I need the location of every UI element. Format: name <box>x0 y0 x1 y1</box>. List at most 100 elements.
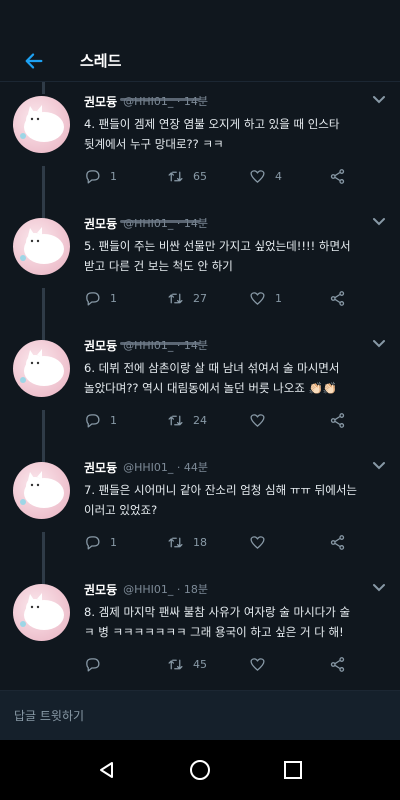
like-button[interactable]: 4 <box>249 168 282 185</box>
chevron-down-icon[interactable] <box>372 217 386 227</box>
nav-back-button[interactable] <box>95 758 119 782</box>
author-name[interactable]: 권모듕 <box>84 93 117 110</box>
tweet-actions: 1 18 <box>84 534 354 552</box>
tweet-text: 6. 데뷔 전에 삼촌이랑 살 때 남녀 섞여서 술 마시면서 놀았다며?? 역… <box>84 358 384 398</box>
redaction-mark <box>120 98 200 101</box>
author-handle[interactable]: @HHI01_ · 18분 <box>123 581 208 597</box>
like-button[interactable] <box>249 656 275 673</box>
chevron-down-icon[interactable] <box>372 461 386 471</box>
share-icon <box>330 413 345 428</box>
retweet-count: 27 <box>193 292 207 305</box>
heart-icon <box>250 414 265 427</box>
heart-icon <box>250 658 265 671</box>
tweet[interactable]: 권모듕 @HHI01_ · 44분 7. 팬들은 시어머니 같아 잔소리 엄청 … <box>0 458 400 580</box>
back-button[interactable] <box>18 45 50 77</box>
reply-button[interactable]: 1 <box>84 534 117 551</box>
author-name[interactable]: 권모듕 <box>84 581 117 598</box>
reply-button[interactable]: 1 <box>84 412 117 429</box>
reply-button[interactable]: 1 <box>84 290 117 307</box>
heart-icon <box>250 536 265 549</box>
app-header: 스레드 <box>0 40 400 82</box>
circle-home-icon <box>189 760 210 780</box>
author-handle[interactable]: @HHI01_ · 14분 <box>123 93 208 109</box>
tweet-header: 권모듕 @HHI01_ · 14분 <box>84 92 208 110</box>
tweet-text-line: 이러고 있었죠? <box>84 503 158 517</box>
author-name[interactable]: 권모듕 <box>84 337 117 354</box>
retweet-count: 65 <box>193 170 207 183</box>
retweet-button[interactable]: 24 <box>167 412 207 429</box>
tweet[interactable]: 권모듕 @HHI01_ · 14분 6. 데뷔 전에 삼촌이랑 살 때 남녀 섞… <box>0 336 400 458</box>
chevron-down-icon[interactable] <box>372 583 386 593</box>
retweet-button[interactable]: 45 <box>167 656 207 673</box>
author-handle[interactable]: @HHI01_ · 14분 <box>123 337 208 353</box>
author-handle[interactable]: @HHI01_ · 44분 <box>123 459 208 475</box>
tweet-text: 5. 팬들이 주는 비싼 선물만 가지고 싶었는데!!!! 하면서 받고 다른 … <box>84 236 384 276</box>
cat-avatar-image <box>20 227 64 264</box>
tweet-actions: 1 65 4 <box>84 168 354 186</box>
reply-icon <box>86 414 100 428</box>
like-count: 4 <box>275 170 282 183</box>
tweet-text-line: ㅋ 병 ㅋㅋㅋㅋㅋㅋㅋ 그래 용국이 하고 싶은 거 다 해! <box>84 625 344 639</box>
chevron-down-icon[interactable] <box>372 339 386 349</box>
cat-avatar-image <box>20 105 64 142</box>
redaction-mark <box>120 220 200 223</box>
avatar[interactable] <box>13 218 70 275</box>
avatar[interactable] <box>13 96 70 153</box>
reply-button[interactable] <box>84 656 110 673</box>
tweet-text-line: 뒷계에서 누구 망대로?? ㅋㅋ <box>84 137 224 151</box>
reply-count: 1 <box>110 170 117 183</box>
share-button[interactable] <box>329 534 346 551</box>
retweet-button[interactable]: 27 <box>167 290 207 307</box>
tweet[interactable]: 권모듕 @HHI01_ · 14분 4. 팬들이 겜제 연장 염불 오지게 하고… <box>0 92 400 214</box>
reply-input-placeholder[interactable]: 답글 트윗하기 <box>14 707 84 724</box>
heart-icon <box>250 170 265 183</box>
avatar[interactable] <box>13 340 70 397</box>
cat-avatar-image <box>20 349 64 386</box>
tweet-text-line: 5. 팬들이 주는 비싼 선물만 가지고 싶었는데!!!! 하면서 <box>84 239 351 253</box>
reply-icon <box>86 170 100 184</box>
like-count: 1 <box>275 292 282 305</box>
like-button[interactable] <box>249 534 275 551</box>
cat-avatar-image <box>20 593 64 630</box>
like-button[interactable]: 1 <box>249 290 282 307</box>
share-button[interactable] <box>329 656 346 673</box>
nav-home-button[interactable] <box>188 758 212 782</box>
like-button[interactable] <box>249 412 275 429</box>
thread-feed[interactable]: 권모듕 @HHI01_ · 14분 4. 팬들이 겜제 연장 염불 오지게 하고… <box>0 82 400 690</box>
tweet-text-line: 받고 다른 건 보는 척도 안 하기 <box>84 259 233 273</box>
tweet-text-line: 8. 겜제 마지막 팬싸 불참 사유가 여자랑 술 마시다가 술 <box>84 605 351 619</box>
square-recents-icon <box>284 761 303 779</box>
tweet-header: 권모듕 @HHI01_ · 44분 <box>84 458 208 476</box>
share-button[interactable] <box>329 168 346 185</box>
share-button[interactable] <box>329 412 346 429</box>
retweet-button[interactable]: 18 <box>167 534 207 551</box>
tweet-actions: 45 <box>84 656 354 674</box>
author-name[interactable]: 권모듕 <box>84 215 117 232</box>
nav-recents-button[interactable] <box>281 758 305 782</box>
tweet-actions: 1 27 1 <box>84 290 354 308</box>
avatar[interactable] <box>13 462 70 519</box>
author-name[interactable]: 권모듕 <box>84 459 117 476</box>
tweet-text-line: 7. 팬들은 시어머니 같아 잔소리 엄청 심해 ㅠㅠ 뒤에서는 <box>84 483 357 497</box>
tweet-text-line: 4. 팬들이 겜제 연장 염불 오지게 하고 있을 때 인스타 <box>84 117 340 131</box>
tweet-text-line: 놀았다며?? 역시 대림동에서 놀던 버릇 나오죠 👏🏻👏🏻 <box>84 381 338 395</box>
reply-bar[interactable]: 답글 트윗하기 <box>0 690 400 740</box>
share-button[interactable] <box>329 290 346 307</box>
retweet-icon <box>168 659 183 670</box>
retweet-count: 24 <box>193 414 207 427</box>
tweet-text: 8. 겜제 마지막 팬싸 불참 사유가 여자랑 술 마시다가 술 ㅋ 병 ㅋㅋㅋ… <box>84 602 384 642</box>
retweet-count: 18 <box>193 536 207 549</box>
chevron-down-icon[interactable] <box>372 95 386 105</box>
author-handle[interactable]: @HHI01_ · 14분 <box>123 215 208 231</box>
tweet[interactable]: 권모듕 @HHI01_ · 14분 5. 팬들이 주는 비싼 선물만 가지고 싶… <box>0 214 400 336</box>
retweet-icon <box>168 171 183 182</box>
tweet-text: 7. 팬들은 시어머니 같아 잔소리 엄청 심해 ㅠㅠ 뒤에서는 이러고 있었죠… <box>84 480 384 520</box>
avatar[interactable] <box>13 584 70 641</box>
retweet-button[interactable]: 65 <box>167 168 207 185</box>
page-title: 스레드 <box>80 52 122 70</box>
retweet-icon <box>168 537 183 548</box>
heart-icon <box>250 292 265 305</box>
reply-button[interactable]: 1 <box>84 168 117 185</box>
tweet[interactable]: 권모듕 @HHI01_ · 18분 8. 겜제 마지막 팬싸 불참 사유가 여자… <box>0 580 400 690</box>
tweet-text: 4. 팬들이 겜제 연장 염불 오지게 하고 있을 때 인스타 뒷계에서 누구 … <box>84 114 384 154</box>
